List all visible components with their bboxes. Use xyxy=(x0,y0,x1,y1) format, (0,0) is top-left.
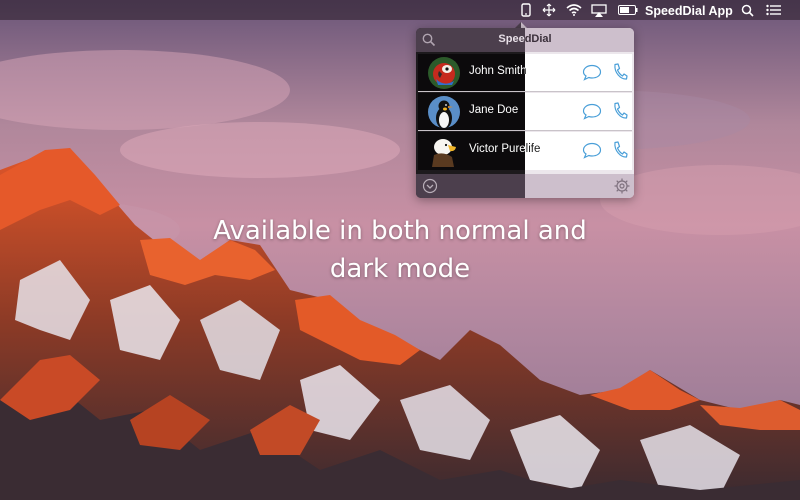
contact-row[interactable]: Victor Purelife Victor Purelife xyxy=(418,132,632,170)
contact-row[interactable]: John Smith John Smith xyxy=(418,54,632,92)
contact-name: Jane Doe xyxy=(469,104,519,116)
menubar-app-title[interactable]: SpeedDial App xyxy=(645,1,733,21)
phone-icon[interactable] xyxy=(612,63,628,81)
promo-line-2: dark mode xyxy=(329,254,471,284)
airplay-icon[interactable] xyxy=(589,0,609,20)
avatar xyxy=(428,135,460,167)
speeddial-popover: SpeedDial SpeedDial John Smith John Smit… xyxy=(416,28,634,198)
cursor-move-icon[interactable] xyxy=(540,0,558,20)
menu-bar: SpeedDial App xyxy=(0,0,800,20)
row-divider xyxy=(418,91,632,92)
chevron-down-circle-icon[interactable] xyxy=(422,178,438,194)
contact-name-dark: John Smith xyxy=(469,65,527,77)
promo-caption: Available in both normal and dark mode xyxy=(150,212,650,288)
search-icon[interactable] xyxy=(422,33,436,47)
phone-icon[interactable] xyxy=(612,141,628,159)
spotlight-search-icon[interactable] xyxy=(738,0,756,20)
wifi-icon[interactable] xyxy=(564,0,584,20)
phone-icon[interactable] xyxy=(612,102,628,120)
contact-row[interactable]: Jane Doe xyxy=(418,93,632,131)
battery-icon[interactable] xyxy=(617,0,639,20)
eagle-avatar-icon xyxy=(428,135,460,167)
gear-icon[interactable] xyxy=(613,177,631,195)
parrot-avatar-icon xyxy=(428,57,460,89)
popover-footer xyxy=(416,174,634,198)
avatar xyxy=(428,57,460,89)
notification-list-icon[interactable] xyxy=(763,0,783,20)
penguin-avatar-icon xyxy=(428,96,460,128)
popover-header: SpeedDial SpeedDial xyxy=(416,28,634,52)
row-divider xyxy=(418,130,632,131)
message-icon[interactable] xyxy=(582,64,602,81)
promo-line-1: Available in both normal and xyxy=(213,216,587,246)
message-icon[interactable] xyxy=(582,103,602,120)
speeddial-menubar-icon[interactable] xyxy=(517,0,535,20)
message-icon[interactable] xyxy=(582,142,602,159)
avatar xyxy=(428,96,460,128)
